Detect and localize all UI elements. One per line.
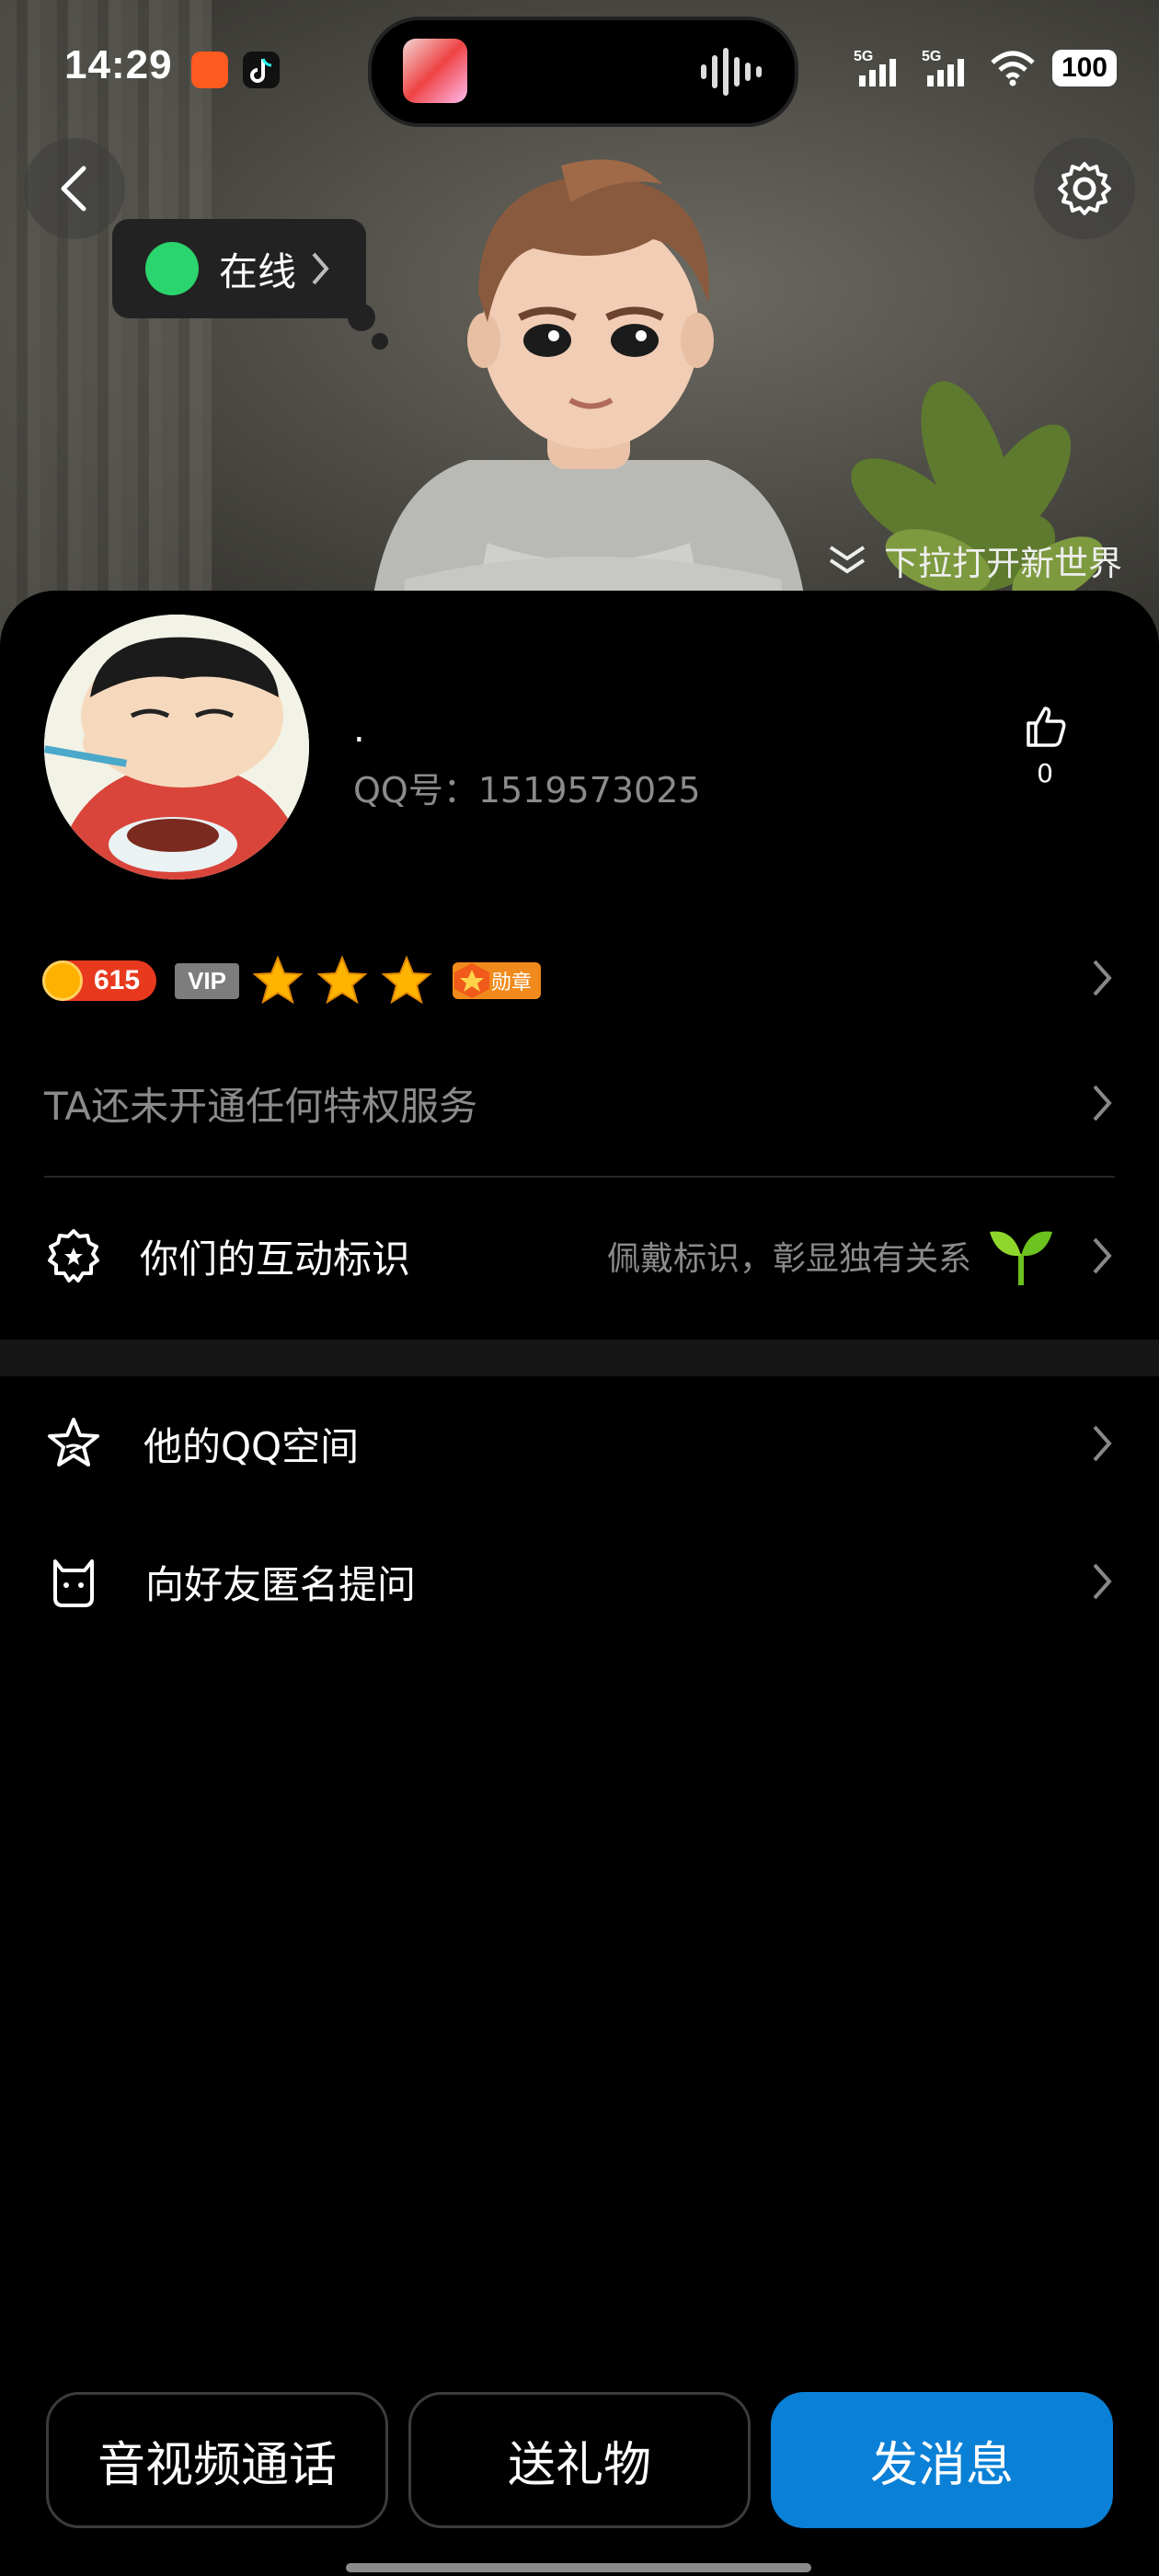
vip-badge[interactable]: VIP <box>175 962 239 999</box>
thumbs-up-icon <box>1027 707 1066 747</box>
cellular-signal-icon: 5G <box>922 49 964 86</box>
pull-hint-label: 下拉打开新世界 <box>884 544 1122 583</box>
status-bar: 14:29 5G 5G 100 <box>0 0 1159 147</box>
badge-list: 615 VIP 勋章 <box>42 955 541 1006</box>
dynamic-island[interactable] <box>368 17 798 127</box>
cellular-signal-icon: 5G <box>854 49 896 86</box>
clock: 14:29 <box>64 42 173 87</box>
level-badge[interactable]: 615 <box>42 960 157 1001</box>
wifi-icon <box>991 51 1035 86</box>
online-status-pill[interactable]: 在线 <box>112 219 366 318</box>
anonymous-question-row[interactable]: 向好友匿名提问 <box>0 1542 1159 1621</box>
badge-gear-icon <box>48 1229 99 1282</box>
chevron-right-icon <box>312 252 329 285</box>
send-message-button[interactable]: 发消息 <box>771 2392 1113 2528</box>
qzone-row[interactable]: 他的QQ空间 <box>0 1404 1159 1483</box>
like-button[interactable]: 0 <box>1017 703 1073 788</box>
chevron-right-icon <box>1093 1563 1112 1600</box>
qq-number: QQ号：1519573025 <box>353 770 701 811</box>
divider <box>44 1176 1115 1178</box>
pull-down-hint[interactable]: 下拉打开新世界 <box>827 535 1122 585</box>
interaction-label: 你们的互动标识 <box>140 1236 411 1282</box>
star-icon <box>252 955 304 1005</box>
sprout-icon <box>990 1231 1052 1285</box>
chevron-right-icon <box>1093 1085 1112 1121</box>
level-coin-icon <box>42 960 83 1001</box>
home-indicator[interactable] <box>346 2563 811 2572</box>
3d-avatar-character[interactable] <box>350 147 828 644</box>
level-value: 615 <box>94 965 141 995</box>
interaction-badge-row[interactable]: 你们的互动标识 佩戴标识，彰显独有关系 <box>0 1216 1159 1295</box>
privilege-row[interactable]: TA还未开通任何特权服务 <box>0 1064 1159 1143</box>
chevron-right-icon <box>1093 960 1112 996</box>
star-icon <box>316 955 368 1005</box>
gear-icon <box>1058 162 1111 215</box>
nickname: . <box>353 708 365 751</box>
chevron-right-icon <box>1093 1425 1112 1462</box>
star-icon <box>381 955 432 1005</box>
svg-text:5G: 5G <box>922 49 941 64</box>
svg-text:5G: 5G <box>854 49 873 64</box>
star-outline-icon <box>48 1418 99 1466</box>
qzone-label: 他的QQ空间 <box>143 1423 360 1469</box>
settings-button[interactable] <box>1034 138 1135 239</box>
anonymous-question-label: 向好友匿名提问 <box>145 1561 417 1607</box>
online-status-label: 在线 <box>219 248 297 294</box>
like-count: 0 <box>1037 758 1053 788</box>
tiktok-icon <box>243 52 280 88</box>
medal-label: 勋章 <box>490 972 532 995</box>
privilege-label: TA还未开通任何特权服务 <box>44 1083 478 1129</box>
send-gift-button[interactable]: 送礼物 <box>408 2392 751 2528</box>
thought-bubble-dot <box>372 333 388 350</box>
avatar[interactable] <box>44 615 309 880</box>
medal-star-icon <box>453 963 489 998</box>
avatar-image <box>44 615 309 880</box>
online-dot-icon <box>145 242 199 295</box>
now-playing-thumbnail <box>403 39 467 103</box>
medal-badge[interactable]: 勋章 <box>452 962 541 999</box>
battery-indicator: 100 <box>1051 50 1117 86</box>
double-chevron-down-icon <box>829 546 866 574</box>
interaction-hint: 佩戴标识，彰显独有关系 <box>607 1221 1056 1291</box>
thought-bubble-dot <box>348 304 375 331</box>
section-separator <box>0 1340 1159 1376</box>
interaction-hint-text: 佩戴标识，彰显独有关系 <box>606 1240 971 1278</box>
audio-wave-icon <box>701 48 762 96</box>
chevron-right-icon <box>1093 1237 1112 1274</box>
anonymous-cat-icon <box>53 1559 94 1607</box>
notification-app-icon <box>191 52 228 88</box>
back-button[interactable] <box>24 138 125 239</box>
chevron-left-icon <box>61 166 86 212</box>
voice-video-call-button[interactable]: 音视频通话 <box>46 2392 388 2528</box>
